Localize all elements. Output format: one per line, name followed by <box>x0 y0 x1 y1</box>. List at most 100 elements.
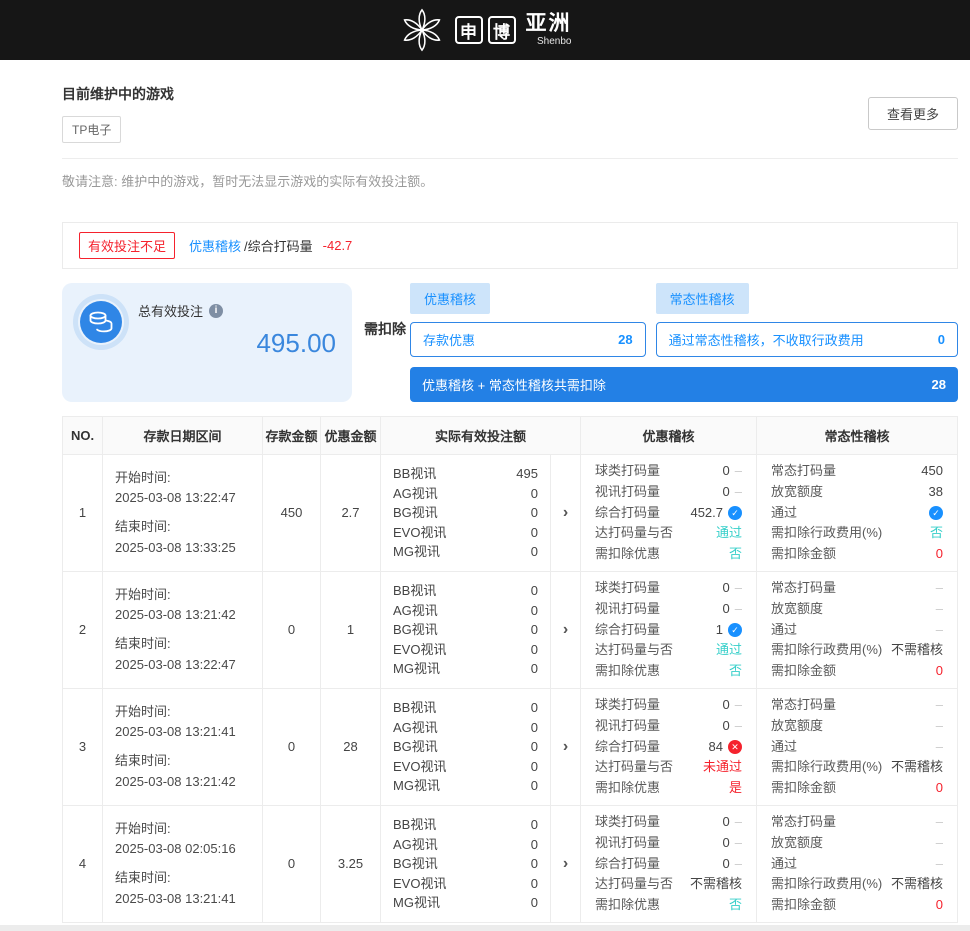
audit-value-group: – <box>936 695 943 716</box>
check-circle-icon: ✓ <box>728 623 742 637</box>
bonus-amount-cell: 28 <box>321 688 381 805</box>
brand-region-block: 亚洲 Shenbo <box>526 13 572 47</box>
bet-game-name: BB视讯 <box>393 464 436 484</box>
dash-icon: – <box>735 578 742 599</box>
bet-value: 0 <box>531 893 538 913</box>
audit-label: 达打码量与否 <box>595 874 673 895</box>
total-deduction-label: 优惠稽核 + 常态性稽核共需扣除 <box>422 375 606 394</box>
normal-audit-cell: 常态打码量–放宽额度–通过–需扣除行政费用(%)不需稽核需扣除金额0 <box>757 805 958 922</box>
audit-value-group: 通过 <box>716 640 742 661</box>
insufficient-bet-badge: 有效投注不足 <box>79 232 175 259</box>
total-deduction-bar: 优惠稽核 + 常态性稽核共需扣除 28 <box>410 367 958 402</box>
audit-label: 通过 <box>771 737 797 758</box>
bet-game-name: MG视讯 <box>393 542 440 562</box>
bet-value: 0 <box>531 718 538 738</box>
audit-value: 84 <box>709 737 723 758</box>
audit-value-group: 否 <box>729 544 742 565</box>
expand-row-cell[interactable] <box>551 688 581 805</box>
brand-char-2: 博 <box>488 16 516 44</box>
bet-line: BB视讯0 <box>393 581 538 601</box>
audit-line: 视讯打码量 0– <box>595 833 742 854</box>
bet-game-name: EVO视讯 <box>393 640 446 660</box>
bet-value: 0 <box>531 854 538 874</box>
expand-row-cell[interactable] <box>551 455 581 572</box>
main-content: 目前维护中的游戏 TP电子 查看更多 敬请注意: 维护中的游戏，暂时无法显示游戏… <box>0 60 970 923</box>
composite-rolling-label: /综合打码量 <box>244 236 313 255</box>
audit-value-group: 0 <box>936 778 943 799</box>
bet-line: EVO视讯0 <box>393 523 538 543</box>
audit-label: 综合打码量 <box>595 737 660 758</box>
bet-value: 0 <box>531 835 538 855</box>
audit-value-group: 是 <box>729 778 742 799</box>
deposit-amount-cell: 450 <box>263 455 321 572</box>
audit-line: 通过– <box>771 737 943 758</box>
audit-line: 常态打码量 – <box>771 578 943 599</box>
audit-label: 放宽额度 <box>771 482 823 503</box>
audit-value: 通过 <box>716 523 742 544</box>
dash-icon: – <box>936 833 943 854</box>
bet-game-name: BB视讯 <box>393 815 436 835</box>
audit-line: 需扣除优惠否 <box>595 661 742 682</box>
audit-value-group: – <box>936 578 943 599</box>
audit-value-group: – <box>936 833 943 854</box>
audit-line: 球类打码量0– <box>595 812 742 833</box>
game-tag-tp: TP电子 <box>62 116 121 143</box>
audit-value-group: 450 <box>921 461 943 482</box>
chevron-right-icon <box>563 855 568 872</box>
table-row: 4 开始时间: 2025-03-08 02:05:16 结束时间: 2025-0… <box>63 805 958 922</box>
deposit-audit-table: NO. 存款日期区间 存款金额 优惠金额 实际有效投注额 优惠稽核 常态性稽核 … <box>62 416 958 923</box>
audit-value-group: ✓ <box>929 506 943 520</box>
end-time-value: 2025-03-08 13:22:47 <box>115 655 250 675</box>
tab-promo-audit[interactable]: 优惠稽核 <box>410 283 490 314</box>
check-circle-icon: ✓ <box>929 506 943 520</box>
tab-normal-audit[interactable]: 常态性稽核 <box>656 283 749 314</box>
bet-game-name: EVO视讯 <box>393 523 446 543</box>
total-valid-bet-label: 总有效投注 <box>138 301 203 320</box>
expand-row-cell[interactable] <box>551 805 581 922</box>
audit-value: 38 <box>929 482 943 503</box>
audit-label: 达打码量与否 <box>595 640 673 661</box>
bet-game-name: BB视讯 <box>393 698 436 718</box>
deposit-amount-cell: 0 <box>263 805 321 922</box>
deposit-date-range-cell: 开始时间: 2025-03-08 02:05:16 结束时间: 2025-03-… <box>103 805 263 922</box>
close-circle-icon: ✕ <box>728 740 742 754</box>
audit-value: 不需稽核 <box>891 757 943 778</box>
total-deduction-value: 28 <box>932 377 946 392</box>
audit-value: 1 <box>716 620 723 641</box>
promo-audit-link[interactable]: 优惠稽核 <box>189 236 241 255</box>
audit-value-group: 否 <box>930 523 943 544</box>
audit-line: 放宽额度 38 <box>771 482 943 503</box>
audit-value-group: 0– <box>723 833 742 854</box>
total-valid-bet-card: 总有效投注 495.00 <box>62 283 352 402</box>
promo-audit-cell: 球类打码量0–视讯打码量0–综合打码量1✓达打码量与否通过需扣除优惠否 <box>581 571 757 688</box>
audit-line: 球类打码量0– <box>595 695 742 716</box>
audit-value-group: 1✓ <box>716 620 742 641</box>
page-bottom-strip <box>0 925 970 931</box>
audit-line: 常态打码量– <box>771 695 943 716</box>
bet-game-name: MG视讯 <box>393 659 440 679</box>
audit-value: 0 <box>936 895 943 916</box>
audit-value-group: 不需稽核 <box>891 874 943 895</box>
audit-value: 450 <box>921 461 943 482</box>
audit-value-group: – <box>936 620 943 641</box>
view-more-button[interactable]: 查看更多 <box>868 97 958 130</box>
end-time-label: 结束时间: <box>115 517 250 537</box>
audit-line: 放宽额度– <box>771 599 943 620</box>
bet-game-name: BG视讯 <box>393 503 438 523</box>
col-header-normal-audit: 常态性稽核 <box>757 417 958 455</box>
audit-label: 视讯打码量 <box>595 833 660 854</box>
audit-label: 常态打码量 <box>771 578 836 599</box>
audit-value: 452.7 <box>690 503 723 524</box>
audit-line: 通过✓ <box>771 503 943 524</box>
actual-valid-bets-cell: BB视讯495AG视讯0BG视讯0EVO视讯0MG视讯0 <box>381 455 551 572</box>
start-time-label: 开始时间: <box>115 702 250 722</box>
audit-value: 0 <box>723 578 730 599</box>
expand-row-cell[interactable] <box>551 571 581 688</box>
info-icon[interactable] <box>209 304 223 318</box>
bet-line: BB视讯495 <box>393 464 538 484</box>
row-number: 3 <box>63 688 103 805</box>
bet-game-name: BG视讯 <box>393 620 438 640</box>
bet-value: 0 <box>531 659 538 679</box>
bet-value: 0 <box>531 698 538 718</box>
audit-label: 视讯打码量 <box>595 599 660 620</box>
